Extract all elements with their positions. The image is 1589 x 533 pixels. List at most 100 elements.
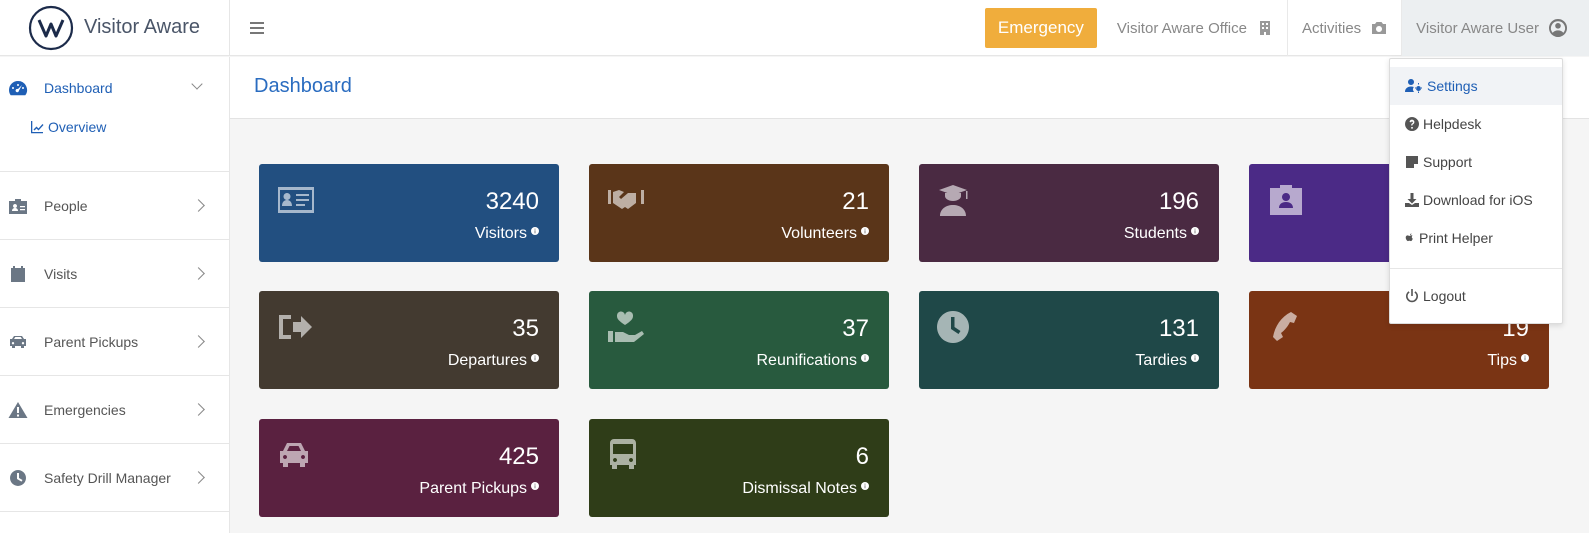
clock-icon (10, 469, 27, 486)
sign-out-icon (279, 315, 312, 339)
apple-icon (1405, 233, 1413, 242)
info-icon[interactable] (861, 226, 869, 235)
card-students[interactable]: 196 Students (919, 164, 1219, 262)
info-icon[interactable] (531, 481, 539, 490)
card-volunteers[interactable]: 21 Volunteers (589, 164, 889, 262)
card-value: 131 (1158, 315, 1199, 342)
info-icon[interactable] (531, 353, 539, 362)
info-icon[interactable] (861, 353, 869, 362)
sidebar-item-label: Emergencies (44, 401, 126, 418)
car-icon (280, 443, 308, 467)
card-label: Visitors (474, 225, 527, 242)
power-icon (1406, 289, 1418, 303)
card-label-row: Tips (1487, 352, 1529, 370)
card-label: Parent Pickups (419, 480, 527, 497)
card-parent-pickups[interactable]: 425 Parent Pickups (259, 419, 559, 517)
id-card-icon (278, 187, 314, 213)
handshake-icon (608, 190, 644, 209)
visitor-aware-logo (28, 5, 74, 50)
card-tardies[interactable]: 131 Tardies (919, 291, 1219, 389)
building-icon (1259, 21, 1270, 35)
download-icon (1405, 193, 1419, 207)
dropdown-item-label: Print Helper (1419, 230, 1493, 246)
office-label: Visitor Aware Office (1116, 19, 1247, 37)
dropdown-item-label: Download for iOS (1423, 192, 1533, 208)
clock-icon (937, 311, 970, 343)
dropdown-item-label: Support (1423, 154, 1473, 170)
card-departures[interactable]: 35 Departures (259, 291, 559, 389)
dropdown-item-support[interactable]: Support (1390, 143, 1562, 181)
card-label-row: Parent Pickups (419, 480, 539, 498)
brand[interactable]: Visitor Aware (0, 0, 230, 56)
menu-toggle-icon[interactable] (250, 21, 264, 34)
bus-icon (610, 439, 636, 469)
card-value: 196 (1158, 188, 1199, 215)
question-circle-icon (1405, 117, 1419, 131)
car-icon (10, 335, 26, 348)
activities-link[interactable]: Activities (1286, 0, 1401, 56)
sidebar-item-safety-drill-manager[interactable]: Safety Drill Manager (0, 444, 229, 512)
dropdown-item-print-helper[interactable]: Print Helper (1390, 219, 1562, 257)
card-value: 37 (842, 315, 869, 342)
dropdown-item-download-ios[interactable]: Download for iOS (1390, 181, 1562, 219)
card-label-row: Tardies (1135, 352, 1199, 370)
sidebar-item-people[interactable]: People (0, 172, 229, 240)
sidebar-item-parent-pickups[interactable]: Parent Pickups (0, 308, 229, 376)
user-dropdown-menu: Settings Helpdesk Support Download for i… (1389, 58, 1563, 324)
card-label-row: Dismissal Notes (742, 480, 869, 498)
dropdown-item-label: Settings (1427, 78, 1478, 94)
user-cog-icon (1405, 79, 1422, 93)
emergency-button[interactable]: Emergency (984, 8, 1097, 48)
graduate-icon (939, 185, 968, 216)
dropdown-item-settings[interactable]: Settings (1390, 67, 1562, 105)
chevron-right-icon (192, 267, 205, 280)
sidebar-item-label: Overview (48, 119, 107, 135)
card-label: Departures (447, 352, 527, 369)
chevron-right-icon (192, 335, 205, 348)
chevron-right-icon (192, 471, 205, 484)
id-badge-icon (9, 198, 27, 214)
card-value: 21 (842, 188, 869, 215)
sidebar-dashboard-group: Dashboard Overview (0, 57, 229, 172)
dropdown-item-logout[interactable]: Logout (1390, 277, 1562, 315)
camera-icon (1372, 22, 1387, 34)
office-link[interactable]: Visitor Aware Office (1103, 0, 1287, 56)
card-label-row: Students (1124, 225, 1199, 243)
card-label: Tips (1487, 352, 1517, 369)
line-chart-icon (31, 121, 44, 134)
card-dismissal-notes[interactable]: 6 Dismissal Notes (589, 419, 889, 517)
dropdown-divider (1390, 268, 1562, 269)
card-reunifications[interactable]: 37 Reunifications (589, 291, 889, 389)
activities-label: Activities (1301, 19, 1362, 37)
card-value: 425 (498, 443, 539, 470)
info-icon[interactable] (861, 481, 869, 490)
note-icon (1406, 156, 1418, 168)
card-value: 35 (512, 315, 539, 342)
sidebar: Dashboard Overview People Visits Parent … (0, 57, 230, 533)
user-menu-toggle[interactable]: Visitor Aware User (1401, 0, 1589, 56)
info-icon[interactable] (531, 226, 539, 235)
dropdown-item-label: Logout (1423, 288, 1466, 304)
info-icon[interactable] (1191, 353, 1199, 362)
info-icon[interactable] (1521, 353, 1529, 362)
page-title: Dashboard (254, 75, 352, 97)
dropdown-item-helpdesk[interactable]: Helpdesk (1390, 105, 1562, 143)
card-label-row: Visitors (475, 225, 539, 243)
top-navbar: Visitor Aware Emergency Visitor Aware Of… (0, 0, 1589, 56)
calendar-icon (11, 265, 25, 282)
sidebar-item-dashboard[interactable]: Dashboard (0, 77, 229, 99)
info-icon[interactable] (1191, 226, 1199, 235)
sidebar-item-overview[interactable]: Overview (0, 119, 229, 135)
card-label: Dismissal Notes (742, 480, 857, 497)
chevron-down-icon (191, 78, 203, 90)
card-label: Reunifications (756, 352, 858, 369)
sidebar-item-emergencies[interactable]: Emergencies (0, 376, 229, 444)
brand-name: Visitor Aware (84, 16, 200, 38)
card-visitors[interactable]: 3240 Visitors (259, 164, 559, 262)
card-label: Students (1123, 225, 1187, 242)
sidebar-item-visits[interactable]: Visits (0, 240, 229, 308)
sidebar-item-label: Dashboard (44, 80, 113, 96)
sidebar-item-label: Parent Pickups (44, 333, 139, 350)
card-value: 6 (855, 443, 869, 470)
card-label-row: Reunifications (756, 352, 869, 370)
